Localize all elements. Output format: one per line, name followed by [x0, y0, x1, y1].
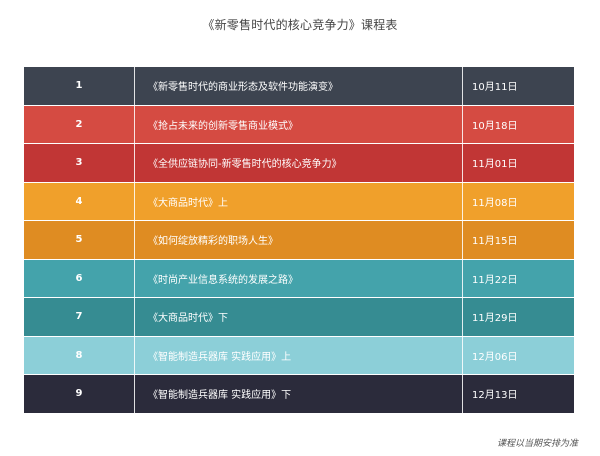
- session-date: 12月13日: [472, 390, 518, 402]
- table-row: 6 《时尚产业信息系统的发展之路》 11月22日: [24, 259, 574, 297]
- session-number: 1: [75, 80, 83, 92]
- session-date: 10月18日: [472, 120, 518, 132]
- table-row: 4 《大商品时代》上 11月08日: [24, 182, 574, 220]
- session-date: 11月29日: [472, 313, 518, 325]
- session-date: 12月06日: [472, 351, 518, 363]
- session-number: 4: [75, 195, 83, 207]
- session-date: 11月01日: [472, 159, 518, 171]
- session-date: 11月15日: [472, 236, 518, 248]
- course-title: 《全供应链协同-新零售时代的核心竞争力》: [134, 144, 463, 182]
- session-date: 11月22日: [472, 274, 518, 286]
- course-title: 《大商品时代》下: [134, 298, 463, 336]
- course-title: 《智能制造兵器库 实践应用》上: [134, 336, 463, 374]
- course-title: 《大商品时代》上: [134, 182, 463, 220]
- session-number: 2: [75, 118, 83, 130]
- schedule-footnote: 课程以当期安排为准: [496, 439, 578, 449]
- session-number: 7: [75, 311, 83, 323]
- table-row: 5 《如何绽放精彩的职场人生》 11月15日: [24, 221, 574, 259]
- table-row: 1 《新零售时代的商业形态及软件功能演变》 10月11日: [24, 67, 574, 105]
- table-row: 7 《大商品时代》下 11月29日: [24, 298, 574, 336]
- course-title: 《新零售时代的商业形态及软件功能演变》: [134, 67, 463, 105]
- table-row: 2 《抢占未来的创新零售商业模式》 10月18日: [24, 105, 574, 143]
- table-row: 8 《智能制造兵器库 实践应用》上 12月06日: [24, 336, 574, 374]
- session-number: 5: [75, 234, 83, 246]
- session-number: 9: [75, 388, 83, 400]
- table-row: 9 《智能制造兵器库 实践应用》下 12月13日: [24, 375, 574, 413]
- session-number: 8: [75, 349, 83, 361]
- session-number: 6: [75, 272, 83, 284]
- session-number: 3: [75, 157, 83, 169]
- course-title: 《如何绽放精彩的职场人生》: [134, 221, 463, 259]
- session-date: 11月08日: [472, 197, 518, 209]
- course-title: 《抢占未来的创新零售商业模式》: [134, 105, 463, 143]
- session-date: 10月11日: [472, 82, 518, 94]
- table-row: 3 《全供应链协同-新零售时代的核心竞争力》 11月01日: [24, 144, 574, 182]
- course-title: 《时尚产业信息系统的发展之路》: [134, 259, 463, 297]
- course-title: 《智能制造兵器库 实践应用》下: [134, 375, 463, 413]
- page-title: 《新零售时代的核心竞争力》课程表: [202, 18, 398, 32]
- schedule-table: 1 《新零售时代的商业形态及软件功能演变》 10月11日 2 《抢占未来的创新零…: [24, 67, 574, 414]
